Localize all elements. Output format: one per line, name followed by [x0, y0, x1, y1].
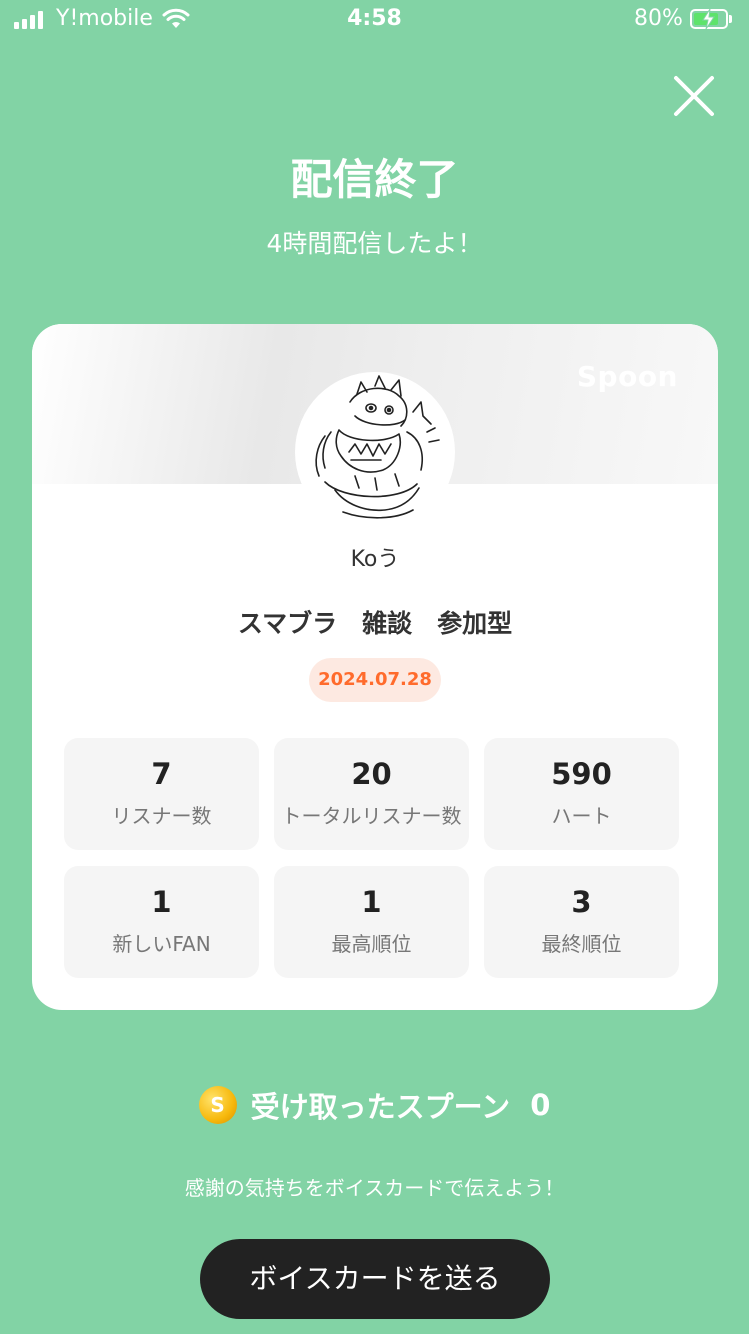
send-voice-card-button[interactable]: ボイスカードを送る [200, 1239, 550, 1319]
stat-label: 最高順位 [331, 932, 412, 956]
battery-tip [729, 15, 732, 23]
close-icon [674, 76, 714, 116]
stat-label: トータルリスナー数 [281, 804, 462, 828]
close-button[interactable] [672, 74, 716, 118]
page-title: 配信終了 [290, 155, 459, 204]
spoon-coin-icon: S [198, 1086, 237, 1124]
stat-value: 7 [151, 757, 172, 791]
spoons-count: 0 [530, 1088, 551, 1122]
charging-bolt-icon [702, 8, 715, 30]
stat-label: リスナー数 [111, 804, 212, 828]
brand-logo: Spoon [576, 360, 678, 393]
stat-value: 1 [361, 885, 382, 919]
battery-percent: 80% [634, 6, 683, 31]
thanks-message: 感謝の気持ちをボイスカードで伝えよう！ [184, 1176, 565, 1200]
avatar[interactable] [295, 372, 455, 532]
stat-final-rank: 3 最終順位 [484, 866, 679, 978]
stat-value: 590 [551, 757, 612, 791]
date-badge: 2024.07.28 [309, 658, 441, 702]
spoons-received: S 受け取ったスプーン 0 [0, 1084, 749, 1126]
spoons-label: 受け取ったスプーン [250, 1090, 511, 1124]
stat-total-listeners: 20 トータルリスナー数 [274, 738, 469, 850]
stat-label: 新しいFAN [112, 932, 211, 956]
username: Koう [350, 547, 400, 572]
stat-value: 1 [151, 885, 172, 919]
stat-label: ハート [551, 804, 612, 828]
stat-hearts: 590 ハート [484, 738, 679, 850]
page-subtitle: 4時間配信したよ！ [266, 229, 483, 258]
avatar-drawing [315, 375, 440, 519]
stats-grid: 7 リスナー数 20 トータルリスナー数 590 ハート 1 新しいFAN 1 … [64, 738, 680, 978]
status-bar: Y!mobile 4:58 80% [0, 0, 749, 42]
stat-value: 20 [351, 757, 392, 791]
stat-value: 3 [571, 885, 592, 919]
stat-listeners: 7 リスナー数 [64, 738, 259, 850]
stat-new-fans: 1 新しいFAN [64, 866, 259, 978]
stat-best-rank: 1 最高順位 [274, 866, 469, 978]
stream-title: スマブラ 雑談 参加型 [237, 609, 513, 638]
broadcast-summary-card: Spoon Koう スマブラ 雑談 参加型 2024.07.28 7 リスナー数… [32, 324, 718, 1010]
stat-label: 最終順位 [541, 932, 622, 956]
